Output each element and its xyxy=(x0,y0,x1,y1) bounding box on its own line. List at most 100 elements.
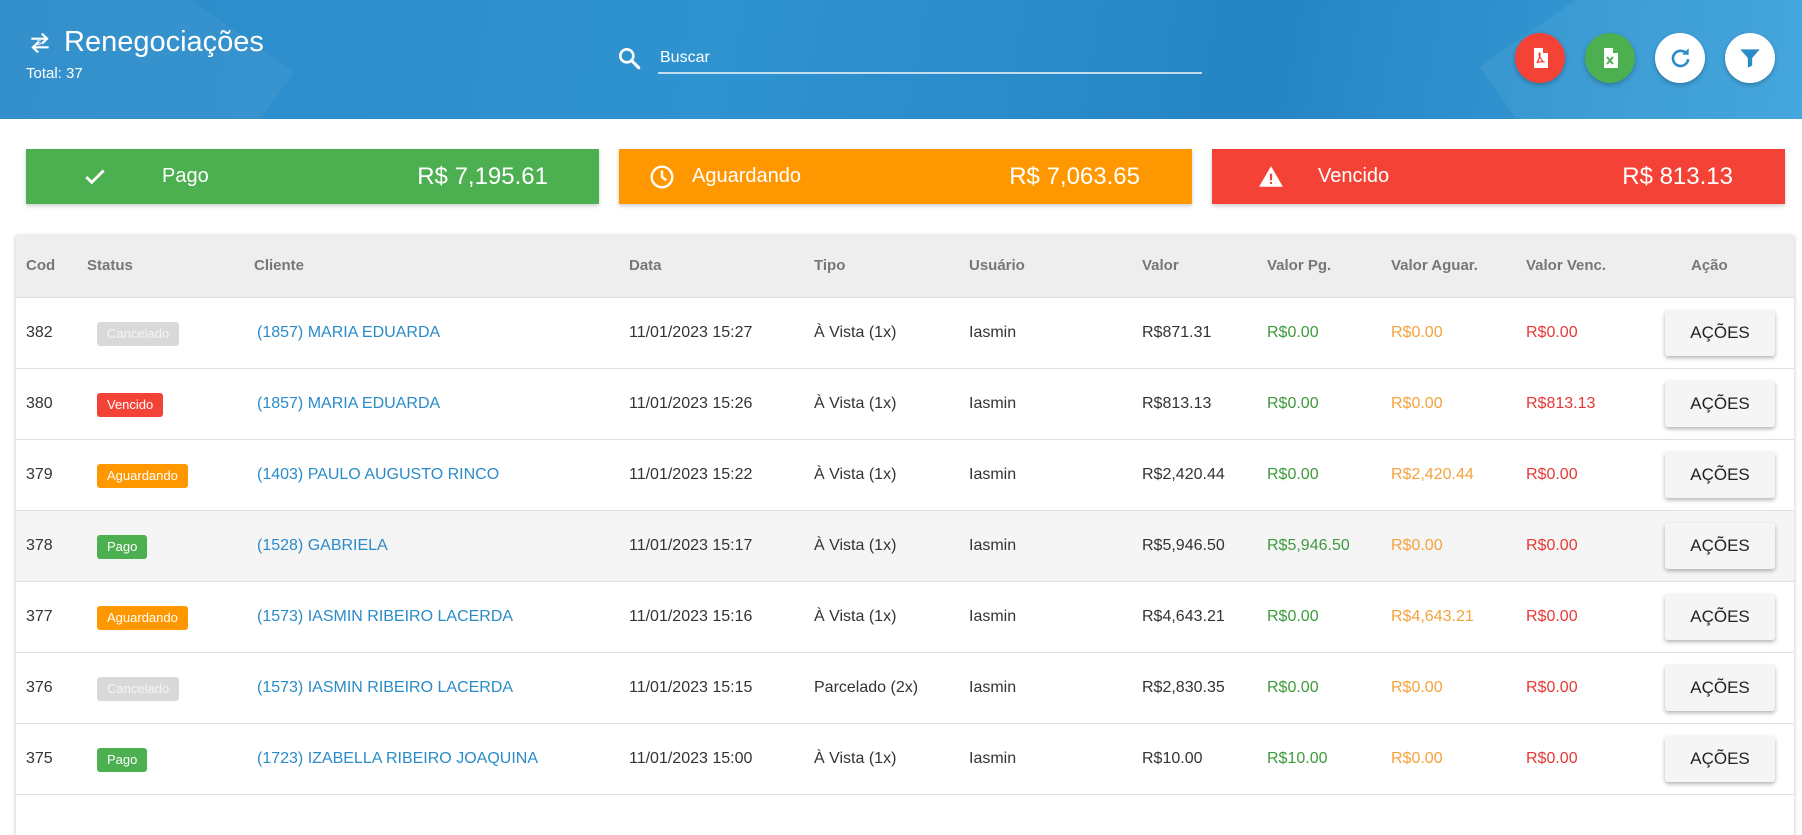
cell-cod: 377 xyxy=(26,608,53,625)
acoes-button[interactable]: AÇÕES xyxy=(1665,310,1775,356)
table-row[interactable]: 376 Cancelado (1573) IASMIN RIBEIRO LACE… xyxy=(16,653,1794,724)
cell-valor: R$2,830.35 xyxy=(1142,679,1225,696)
cell-valor-venc: R$0.00 xyxy=(1526,324,1578,341)
search-icon[interactable] xyxy=(616,45,644,73)
cell-cliente-link[interactable]: (1573) IASMIN RIBEIRO LACERDA xyxy=(257,653,513,723)
cell-valor-aguar: R$0.00 xyxy=(1391,537,1443,554)
search-input[interactable] xyxy=(658,44,1202,74)
col-data[interactable]: Data xyxy=(629,235,662,297)
cell-data: 11/01/2023 15:16 xyxy=(629,608,753,625)
cell-data: 11/01/2023 15:22 xyxy=(629,466,753,483)
cell-usuario: Iasmin xyxy=(969,395,1017,412)
table-row[interactable]: 378 Pago (1528) GABRIELA 11/01/2023 15:1… xyxy=(16,511,1794,582)
cell-cod: 382 xyxy=(26,324,53,341)
cell-cliente-link[interactable]: (1528) GABRIELA xyxy=(257,511,388,581)
cell-usuario: Iasmin xyxy=(969,466,1017,483)
summary-card-vencido: Vencido R$ 813.13 xyxy=(1212,149,1785,204)
col-cliente[interactable]: Cliente xyxy=(254,235,304,297)
cell-tipo: À Vista (1x) xyxy=(814,750,897,767)
acoes-button[interactable]: AÇÕES xyxy=(1665,381,1775,427)
cell-valor-aguar: R$0.00 xyxy=(1391,750,1443,767)
cell-usuario: Iasmin xyxy=(969,750,1017,767)
clock-icon xyxy=(649,164,675,190)
table-row[interactable]: 377 Aguardando (1573) IASMIN RIBEIRO LAC… xyxy=(16,582,1794,653)
col-tipo[interactable]: Tipo xyxy=(814,235,845,297)
summary-cards: Pago R$ 7,195.61 Aguardando R$ 7,063.65 … xyxy=(26,149,1785,204)
cell-tipo: À Vista (1x) xyxy=(814,608,897,625)
acoes-button[interactable]: AÇÕES xyxy=(1665,594,1775,640)
status-badge: Pago xyxy=(97,748,148,772)
filter-button[interactable] xyxy=(1725,33,1775,83)
cell-valor-venc: R$0.00 xyxy=(1526,679,1578,696)
col-valor[interactable]: Valor xyxy=(1142,235,1179,297)
cell-valor-aguar: R$2,420.44 xyxy=(1391,466,1474,483)
col-usuario[interactable]: Usuário xyxy=(969,235,1025,297)
cell-cliente-link[interactable]: (1857) MARIA EDUARDA xyxy=(257,369,440,439)
cell-valor-pg: R$0.00 xyxy=(1267,466,1319,483)
cell-tipo: Parcelado (2x) xyxy=(814,679,919,696)
table-header: Cod Status Cliente Data Tipo Usuário Val… xyxy=(16,235,1794,298)
cell-data: 11/01/2023 15:26 xyxy=(629,395,753,412)
refresh-button[interactable] xyxy=(1655,33,1705,83)
summary-pago-value: R$ 7,195.61 xyxy=(417,162,548,190)
cell-cod: 376 xyxy=(26,679,53,696)
refresh-icon xyxy=(1671,48,1690,68)
total-count: Total: 37 xyxy=(26,65,83,82)
acoes-button[interactable]: AÇÕES xyxy=(1665,452,1775,498)
check-icon xyxy=(82,164,108,190)
cell-tipo: À Vista (1x) xyxy=(814,395,897,412)
status-badge: Aguardando xyxy=(97,606,188,630)
status-badge: Pago xyxy=(97,535,148,559)
cell-data: 11/01/2023 15:15 xyxy=(629,679,753,696)
cell-cliente-link[interactable]: (1723) IZABELLA RIBEIRO JOAQUINA xyxy=(257,724,538,794)
table-row[interactable]: 380 Vencido (1857) MARIA EDUARDA 11/01/2… xyxy=(16,369,1794,440)
col-cod[interactable]: Cod xyxy=(26,235,55,297)
col-valor-aguar[interactable]: Valor Aguar. xyxy=(1391,235,1478,297)
status-badge: Vencido xyxy=(97,393,164,417)
col-valor-pg[interactable]: Valor Pg. xyxy=(1267,235,1331,297)
cell-usuario: Iasmin xyxy=(969,324,1017,341)
page-title: Renegociações xyxy=(64,26,264,58)
summary-pago-label: Pago xyxy=(162,165,209,187)
acoes-button[interactable]: AÇÕES xyxy=(1665,665,1775,711)
status-badge: Aguardando xyxy=(97,464,188,488)
cell-valor-venc: R$813.13 xyxy=(1526,395,1596,412)
cell-valor: R$5,946.50 xyxy=(1142,537,1225,554)
cell-valor-venc: R$0.00 xyxy=(1526,608,1578,625)
cell-cliente-link[interactable]: (1403) PAULO AUGUSTO RINCO xyxy=(257,440,499,510)
cell-valor-pg: R$0.00 xyxy=(1267,679,1319,696)
cell-valor-aguar: R$0.00 xyxy=(1391,395,1443,412)
cell-cliente-link[interactable]: (1573) IASMIN RIBEIRO LACERDA xyxy=(257,582,513,652)
summary-card-pago: Pago R$ 7,195.61 xyxy=(26,149,599,204)
cell-valor: R$10.00 xyxy=(1142,750,1203,767)
cell-valor-venc: R$0.00 xyxy=(1526,750,1578,767)
cell-cliente-link[interactable]: (1857) MARIA EDUARDA xyxy=(257,298,440,368)
filter-icon xyxy=(1740,49,1760,68)
cell-valor-pg: R$0.00 xyxy=(1267,395,1319,412)
summary-vencido-label: Vencido xyxy=(1318,165,1390,187)
table-row[interactable]: 375 Pago (1723) IZABELLA RIBEIRO JOAQUIN… xyxy=(16,724,1794,795)
export-pdf-button[interactable] xyxy=(1515,33,1565,83)
cell-data: 11/01/2023 15:00 xyxy=(629,750,753,767)
cell-valor-aguar: R$4,643.21 xyxy=(1391,608,1474,625)
export-excel-button[interactable] xyxy=(1585,33,1635,83)
status-badge: Cancelado xyxy=(97,322,180,346)
table-row[interactable]: 379 Aguardando (1403) PAULO AUGUSTO RINC… xyxy=(16,440,1794,511)
cell-valor-pg: R$0.00 xyxy=(1267,324,1319,341)
cell-data: 11/01/2023 15:27 xyxy=(629,324,753,341)
summary-aguardando-label: Aguardando xyxy=(692,165,801,187)
acoes-button[interactable]: AÇÕES xyxy=(1665,523,1775,569)
table-row[interactable]: 382 Cancelado (1857) MARIA EDUARDA 11/01… xyxy=(16,298,1794,369)
summary-card-aguardando: Aguardando R$ 7,063.65 xyxy=(619,149,1192,204)
col-valor-venc[interactable]: Valor Venc. xyxy=(1526,235,1606,297)
status-badge: Cancelado xyxy=(97,677,180,701)
swap-icon: $ xyxy=(26,29,54,57)
cell-valor-aguar: R$0.00 xyxy=(1391,679,1443,696)
col-acao: Ação xyxy=(1691,257,1728,274)
col-status[interactable]: Status xyxy=(87,235,133,297)
acoes-button[interactable]: AÇÕES xyxy=(1665,736,1775,782)
page-title-block: $ Renegociações Total: 37 xyxy=(26,26,264,82)
search-bar xyxy=(616,44,1202,74)
cell-valor-pg: R$5,946.50 xyxy=(1267,537,1350,554)
cell-usuario: Iasmin xyxy=(969,537,1017,554)
